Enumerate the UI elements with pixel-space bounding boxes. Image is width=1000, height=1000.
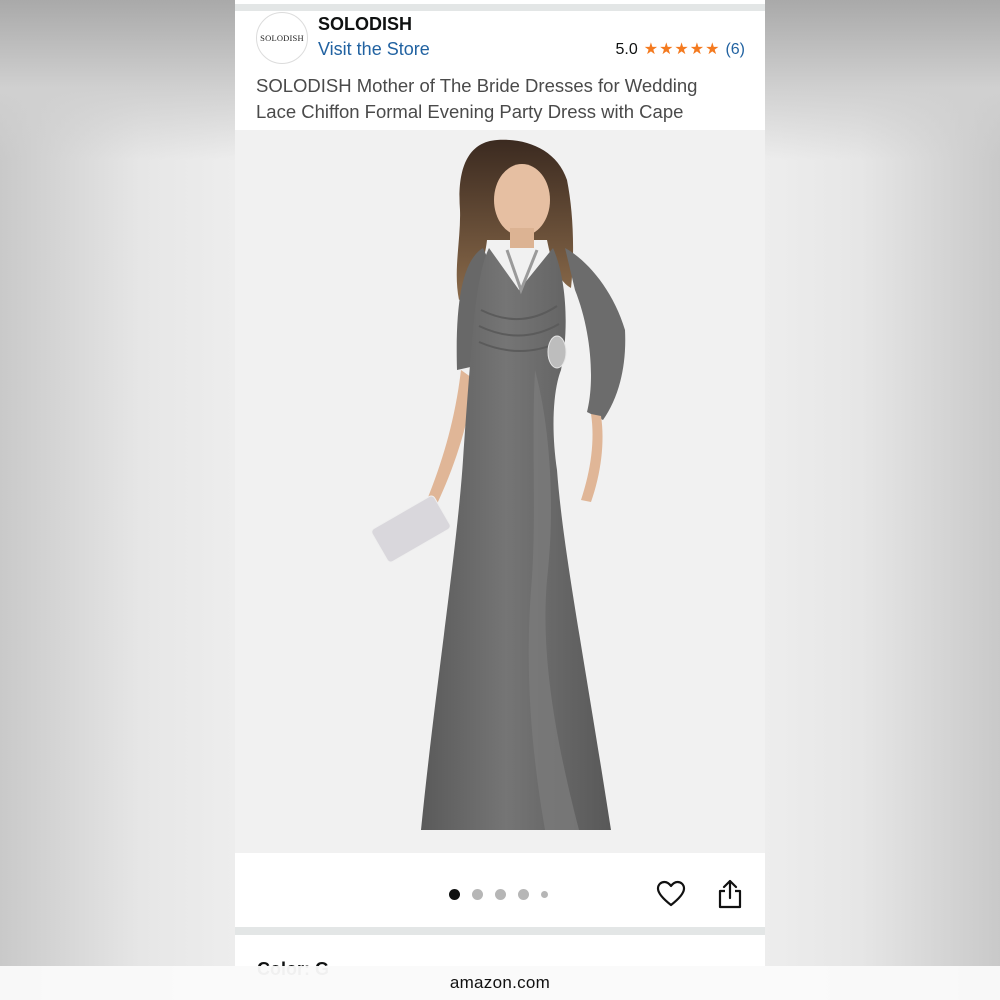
browser-url-bar[interactable]: amazon.com [0, 966, 1000, 1000]
section-divider [235, 927, 765, 935]
share-button[interactable] [715, 878, 745, 910]
gallery-dot[interactable] [449, 889, 460, 900]
gallery-dot[interactable] [518, 889, 529, 900]
star-icon: ★ [689, 41, 705, 58]
rating-count[interactable]: (6) [725, 41, 745, 59]
gallery-dot[interactable] [472, 889, 483, 900]
star-icon: ★ [674, 41, 689, 58]
wishlist-button[interactable] [656, 879, 686, 909]
product-title-line-2: Lace Chiffon Formal Evening Party Dress … [256, 101, 684, 122]
dress-illustration [371, 139, 626, 830]
top-divider [235, 4, 765, 11]
product-title-line-1: SOLODISH Mother of The Bride Dresses for… [256, 75, 698, 96]
gallery-controls [235, 853, 765, 927]
rating-summary[interactable]: 5.0 ★ ★ ★ ★ ★ (6) [615, 41, 745, 59]
store-logo[interactable]: SOLODISH [256, 12, 308, 64]
visit-store-link[interactable]: Visit the Store [318, 39, 430, 60]
share-icon [718, 879, 742, 909]
store-logo-text: SOLODISH [260, 33, 304, 43]
gallery-dot[interactable] [541, 891, 548, 898]
rating-value: 5.0 [615, 41, 638, 58]
rating-stars: ★ ★ ★ ★ ★ [644, 42, 720, 58]
brand-name: SOLODISH [318, 14, 413, 34]
heart-icon [656, 880, 686, 907]
product-page: SOLODISH SOLODISH Visit the Store 5.0 ★ … [235, 0, 765, 1000]
star-icon: ★ [659, 41, 674, 58]
star-icon: ★ [643, 41, 659, 58]
store-header: SOLODISH SOLODISH Visit the Store 5.0 ★ … [235, 11, 765, 71]
product-image[interactable] [235, 130, 765, 853]
star-icon: ★ [705, 41, 720, 58]
gallery-dot[interactable] [495, 889, 506, 900]
url-text: amazon.com [449, 973, 551, 992]
gallery-pagination [449, 889, 548, 900]
